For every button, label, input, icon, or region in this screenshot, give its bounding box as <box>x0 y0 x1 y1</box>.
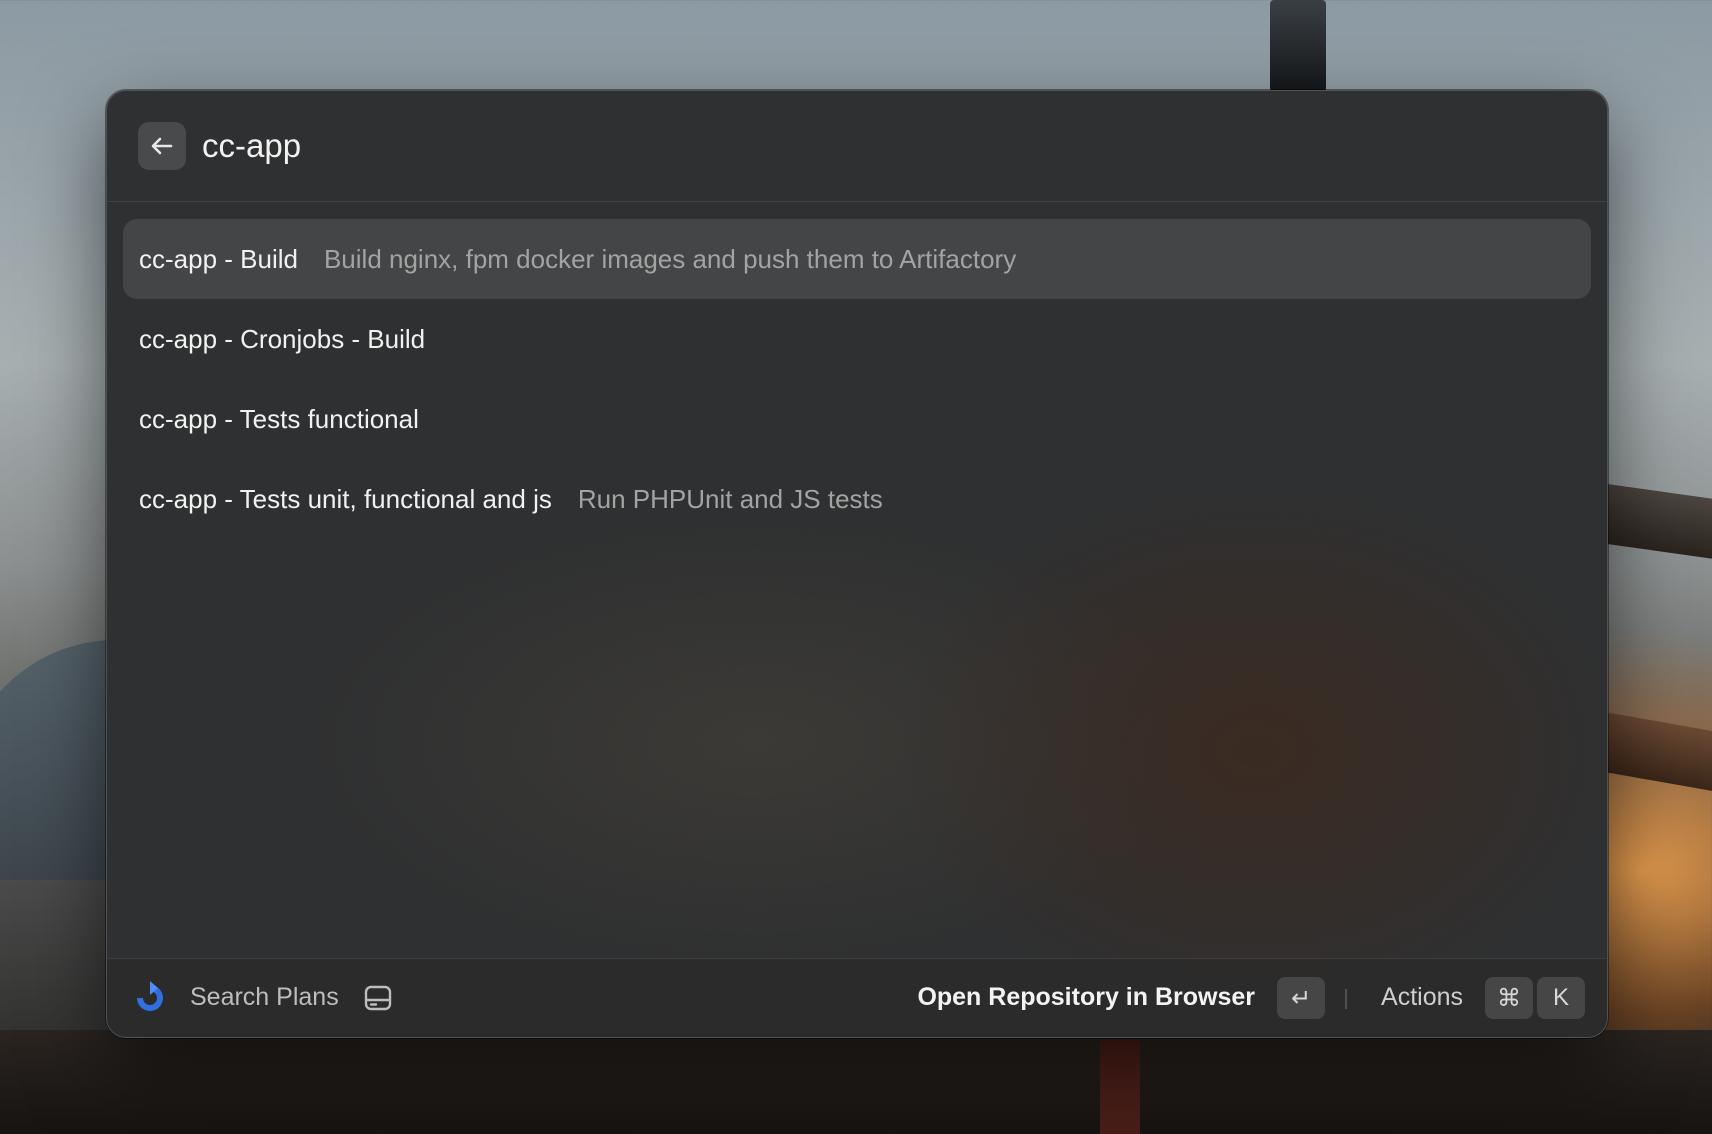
back-button[interactable] <box>138 122 186 170</box>
footer-divider <box>1345 989 1347 1009</box>
command-key: ⌘ <box>1485 977 1533 1019</box>
item-title: cc-app - Tests unit, functional and js <box>139 483 552 514</box>
bamboo-logo-icon <box>137 981 163 1011</box>
item-title: cc-app - Build <box>139 243 298 274</box>
wallpaper-pillar <box>1100 1040 1140 1134</box>
action-bar: Search Plans Open Repository in Browser … <box>107 958 1607 1037</box>
list-item[interactable]: cc-app - Build Build nginx, fpm docker i… <box>123 219 1591 299</box>
item-title: cc-app - Cronjobs - Build <box>139 323 426 354</box>
actions-button[interactable]: Actions <box>1381 983 1463 1012</box>
enter-key[interactable]: ↵ <box>1277 977 1325 1019</box>
wallpaper-tower <box>1270 0 1326 92</box>
list-item[interactable]: cc-app - Cronjobs - Build <box>123 299 1591 379</box>
item-title: cc-app - Tests functional <box>139 403 419 434</box>
arrow-left-icon <box>151 137 173 155</box>
launcher-window: cc-app - Build Build nginx, fpm docker i… <box>106 90 1608 1038</box>
results-list: cc-app - Build Build nginx, fpm docker i… <box>123 219 1591 539</box>
list-item[interactable]: cc-app - Tests functional <box>123 379 1591 459</box>
search-input[interactable] <box>202 117 1562 175</box>
wallpaper-ground <box>0 1030 1712 1134</box>
k-key: K <box>1537 977 1585 1019</box>
list-item[interactable]: cc-app - Tests unit, functional and js R… <box>123 459 1591 539</box>
open-repository-button[interactable]: Open Repository in Browser <box>917 983 1255 1012</box>
item-subtitle: Run PHPUnit and JS tests <box>577 483 883 514</box>
command-title: Search Plans <box>190 983 339 1011</box>
drive-icon <box>364 985 392 1011</box>
item-subtitle: Build nginx, fpm docker images and push … <box>323 243 1017 274</box>
search-header <box>107 91 1607 202</box>
